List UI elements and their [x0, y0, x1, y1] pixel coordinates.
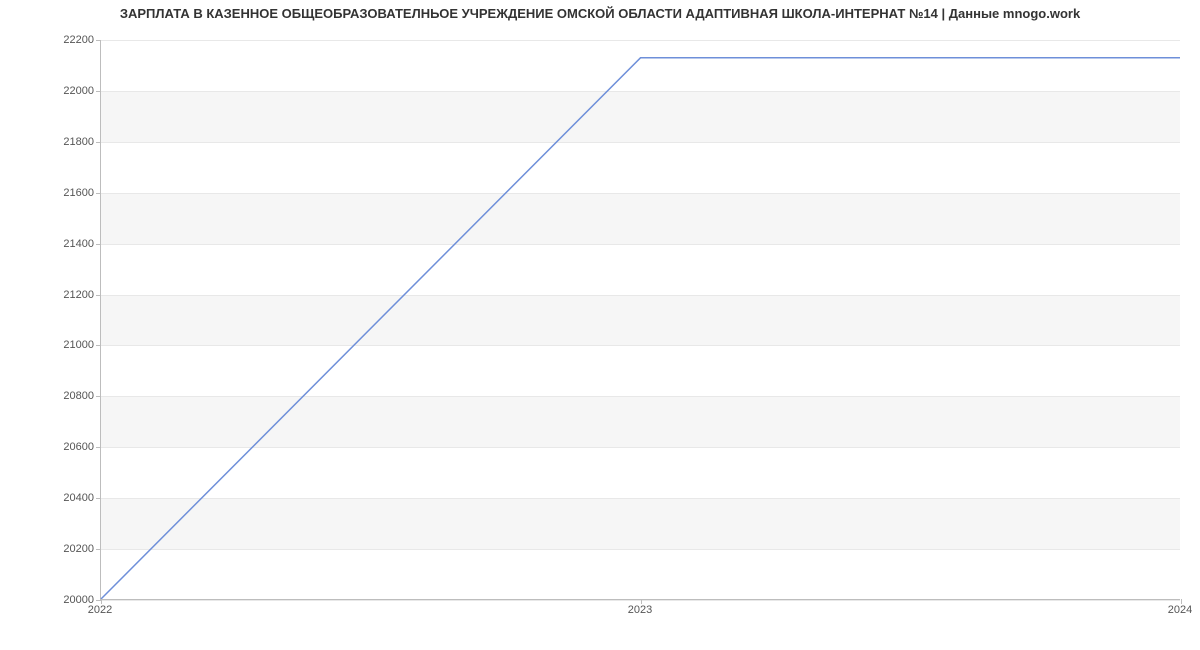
y-tick-mark [96, 244, 101, 245]
y-tick-label: 20000 [4, 594, 94, 606]
y-tick-label: 21600 [4, 187, 94, 199]
y-tick-mark [96, 91, 101, 92]
y-tick-label: 20800 [4, 390, 94, 402]
line-series [101, 40, 1180, 599]
y-tick-mark [96, 193, 101, 194]
y-tick-label: 20200 [4, 543, 94, 555]
y-tick-mark [96, 549, 101, 550]
line-chart: ЗАРПЛАТА В КАЗЕННОЕ ОБЩЕОБРАЗОВАТЕЛНЬОЕ … [0, 0, 1200, 650]
y-tick-label: 22000 [4, 85, 94, 97]
y-tick-label: 20400 [4, 492, 94, 504]
y-tick-label: 21200 [4, 289, 94, 301]
y-tick-mark [96, 447, 101, 448]
x-tick-label: 2024 [1168, 604, 1192, 616]
y-tick-label: 21000 [4, 339, 94, 351]
x-tick-label: 2022 [88, 604, 112, 616]
y-tick-label: 20600 [4, 441, 94, 453]
y-tick-label: 21400 [4, 238, 94, 250]
y-tick-mark [96, 295, 101, 296]
y-tick-label: 21800 [4, 136, 94, 148]
chart-title: ЗАРПЛАТА В КАЗЕННОЕ ОБЩЕОБРАЗОВАТЕЛНЬОЕ … [0, 6, 1200, 21]
y-tick-mark [96, 345, 101, 346]
y-tick-mark [96, 396, 101, 397]
x-tick-label: 2023 [628, 604, 652, 616]
y-tick-mark [96, 40, 101, 41]
y-tick-mark [96, 142, 101, 143]
y-tick-mark [96, 498, 101, 499]
plot-area [100, 40, 1180, 600]
y-tick-label: 22200 [4, 34, 94, 46]
